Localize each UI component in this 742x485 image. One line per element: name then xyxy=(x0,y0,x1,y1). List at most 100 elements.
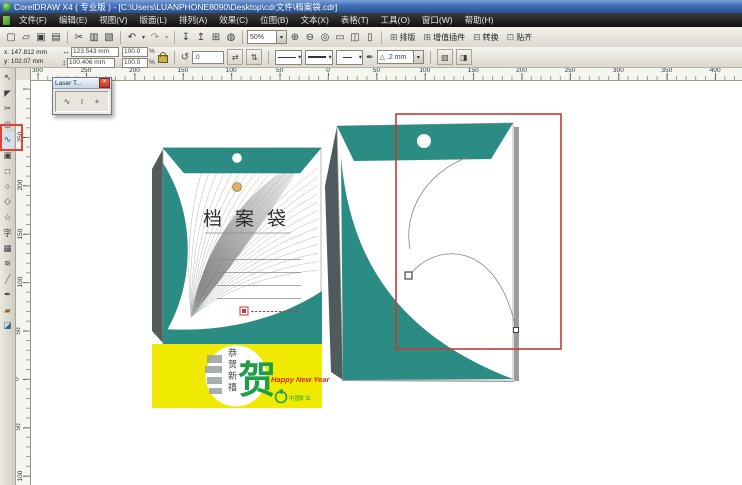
redo-icon[interactable]: ↷ xyxy=(148,29,162,45)
object-width-field[interactable]: 123.543 mm xyxy=(71,47,119,57)
application-launcher-icon[interactable]: ⊞ xyxy=(209,29,223,45)
curve-node-start[interactable] xyxy=(405,272,412,279)
zoom-all-icon[interactable]: ▭ xyxy=(333,29,347,45)
undo-icon[interactable]: ↶ xyxy=(125,29,139,45)
pick-tool[interactable]: ↖ xyxy=(1,70,14,86)
open-icon[interactable]: ▱ xyxy=(19,29,33,45)
start-arrowhead-select[interactable]: ▾ xyxy=(275,50,302,65)
mirror-horizontal-button[interactable]: ⇄ xyxy=(227,49,243,65)
convert-button[interactable]: ⊟转换 xyxy=(469,32,503,43)
format-button[interactable]: ◨ xyxy=(456,49,472,65)
laser-node-icon[interactable]: ≀ xyxy=(76,97,89,106)
undo-dropdown-icon[interactable]: ▾ xyxy=(140,29,147,45)
vertical-ruler[interactable]: 25020015010050050100 xyxy=(15,80,31,485)
menu-item-1[interactable]: 编辑(E) xyxy=(53,14,93,26)
outline-pen-tool[interactable]: ✒ xyxy=(1,287,14,303)
outline-width-combo[interactable]: △ .2 mm ▾ xyxy=(377,50,424,64)
zoom-page-width-icon[interactable]: ◫ xyxy=(348,29,362,45)
percent-label: % xyxy=(149,48,155,55)
end-arrowhead-select[interactable]: ▾ xyxy=(336,50,363,65)
zoom-selected-icon[interactable]: ◎ xyxy=(318,29,332,45)
palette-titlebar[interactable]: Laser T... × xyxy=(53,78,111,89)
close-icon[interactable]: × xyxy=(99,78,110,88)
h-ruler-label: 0 xyxy=(326,67,330,74)
snap-button[interactable]: ⊡贴齐 xyxy=(503,32,537,43)
laser-move-icon[interactable]: + xyxy=(91,97,104,106)
mirror-horizontal-icon: ⇄ xyxy=(232,53,239,62)
fill-tool[interactable]: ▰ xyxy=(1,303,14,319)
rectangle-tool[interactable]: □ xyxy=(1,163,14,179)
shape-tool[interactable]: ◤ xyxy=(1,86,14,102)
menu-item-7[interactable]: 文本(X) xyxy=(294,14,334,26)
menu-item-0[interactable]: 文件(F) xyxy=(13,14,53,26)
toolbar-separator xyxy=(67,31,68,44)
menu-item-4[interactable]: 排列(A) xyxy=(173,14,213,26)
ellipse-tool[interactable]: ○ xyxy=(1,179,14,195)
save-icon[interactable]: ▣ xyxy=(34,29,48,45)
zoom-level-value[interactable]: 50% xyxy=(248,34,276,41)
zoom-page-height-icon[interactable]: ▯ xyxy=(363,29,377,45)
freehand-tool[interactable]: ∿ xyxy=(1,132,14,148)
envelope-title-text[interactable]: 档案袋 xyxy=(203,208,299,230)
percent-label: % xyxy=(149,59,155,66)
zoom-tool[interactable]: ◎ xyxy=(1,117,14,133)
scale-y-field[interactable]: 100.0 xyxy=(122,58,148,68)
scale-x-field[interactable]: 100.0 xyxy=(122,47,148,57)
new-year-banner[interactable]: 恭贺新禧 贺 Happy New Year 中国矿业 xyxy=(152,344,330,408)
menu-item-9[interactable]: 工具(O) xyxy=(375,14,416,26)
blend-tool[interactable]: ≋ xyxy=(1,256,14,272)
outline-width-value[interactable]: .2 mm xyxy=(385,54,413,61)
horizontal-ruler[interactable]: 3002502001501005005010015020025030035040… xyxy=(15,67,742,81)
eyedropper-tool[interactable]: ╱ xyxy=(1,272,14,288)
copy-icon[interactable]: ▥ xyxy=(87,29,101,45)
laser-curve-icon[interactable]: ∿ xyxy=(61,97,74,106)
menu-item-2[interactable]: 视图(V) xyxy=(93,14,133,26)
h-ruler-label: 150 xyxy=(468,67,479,74)
menu-item-8[interactable]: 表格(T) xyxy=(335,14,375,26)
h-ruler-label: 100 xyxy=(226,67,237,74)
chevron-down-icon[interactable]: ▾ xyxy=(276,31,286,43)
rotation-angle-field[interactable]: .0 xyxy=(192,51,224,64)
outline-style-select[interactable]: ▾ xyxy=(305,50,332,65)
menu-item-10[interactable]: 窗口(W) xyxy=(416,14,459,26)
welcome-screen-icon[interactable]: ◍ xyxy=(224,29,238,45)
smart-fill-tool[interactable]: ▣ xyxy=(1,148,14,164)
chevron-down-icon[interactable]: ▾ xyxy=(359,53,362,61)
export-icon[interactable]: ↥ xyxy=(194,29,208,45)
zoom-level-combo[interactable]: 50% ▾ xyxy=(247,30,287,44)
envelope-design-left[interactable]: 档案袋 xyxy=(152,148,322,346)
redo-dropdown-icon[interactable]: ▾ xyxy=(163,29,170,45)
crop-tool[interactable]: ✂ xyxy=(1,101,14,117)
basic-shapes-tool[interactable]: ☆ xyxy=(1,210,14,226)
interactive-fill-tool[interactable]: ◪ xyxy=(1,318,14,334)
laser-tools-palette[interactable]: Laser T... × ∿≀+ xyxy=(52,77,112,115)
scale-fields: 100.0 % 100.0 % xyxy=(122,47,155,68)
ruler-origin-box[interactable] xyxy=(15,67,31,80)
chevron-down-icon[interactable]: ▾ xyxy=(328,53,331,61)
zoom-out-icon[interactable]: ⊖ xyxy=(303,29,317,45)
table-tool[interactable]: ▦ xyxy=(1,241,14,257)
new-document-icon[interactable]: ▢ xyxy=(4,29,18,45)
lock-ratio-icon[interactable] xyxy=(158,55,168,63)
zoom-in-icon[interactable]: ⊕ xyxy=(288,29,302,45)
import-icon[interactable]: ↧ xyxy=(179,29,193,45)
curve-node-end[interactable] xyxy=(514,328,519,333)
plugins-button[interactable]: ⊞增值插件 xyxy=(420,32,470,43)
typeset-button[interactable]: ⊞排版 xyxy=(386,32,420,43)
wrap-paragraph-button[interactable]: ▧ xyxy=(437,49,453,65)
chevron-down-icon[interactable]: ▾ xyxy=(298,53,301,61)
cut-icon[interactable]: ✂ xyxy=(72,29,86,45)
mirror-vertical-button[interactable]: ⇅ xyxy=(246,49,262,65)
chevron-down-icon[interactable]: ▾ xyxy=(413,51,423,63)
polygon-tool[interactable]: ◇ xyxy=(1,194,14,210)
print-icon[interactable]: ▤ xyxy=(49,29,63,45)
text-tool[interactable]: 字 xyxy=(1,225,14,241)
coreldraw-app-icon xyxy=(3,3,11,11)
menu-item-11[interactable]: 帮助(H) xyxy=(459,14,500,26)
palette-body: ∿≀+ xyxy=(55,91,109,112)
menu-item-6[interactable]: 位图(B) xyxy=(254,14,294,26)
object-height-field[interactable]: 100.406 mm xyxy=(67,58,115,68)
menu-item-3[interactable]: 版面(L) xyxy=(134,14,173,26)
paste-icon[interactable]: ▧ xyxy=(102,29,116,45)
menu-item-5[interactable]: 效果(C) xyxy=(213,14,254,26)
